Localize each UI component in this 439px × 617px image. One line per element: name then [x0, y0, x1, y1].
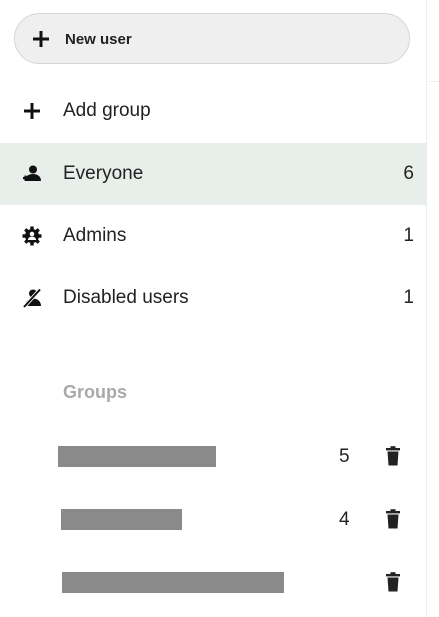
plus-icon — [24, 103, 40, 119]
group-row[interactable]: 5 — [0, 430, 426, 482]
everyone-count: 6 — [403, 163, 414, 184]
group-member-count: 5 — [339, 446, 350, 467]
groups-caption: Groups — [63, 382, 128, 402]
user-management-page: New user Add group Everyone 6 Admins 1 D… — [0, 0, 439, 617]
redacted-group-name — [61, 509, 182, 530]
disabled-users-label: Disabled users — [63, 287, 189, 308]
add-group-button[interactable]: Add group — [0, 80, 426, 142]
redacted-group-name — [58, 446, 216, 467]
sidebar-item-everyone[interactable]: Everyone 6 — [0, 143, 426, 205]
admins-label: Admins — [63, 225, 127, 246]
new-user-label: New user — [65, 31, 132, 48]
gear-icon — [22, 226, 42, 246]
group-row[interactable]: 4 — [0, 493, 426, 545]
sidebar-item-admins[interactable]: Admins 1 — [0, 205, 426, 267]
sidebar-item-disabled-users[interactable]: Disabled users 1 — [0, 267, 426, 329]
group-member-count: 4 — [339, 509, 350, 530]
admins-count: 1 — [403, 225, 414, 246]
plus-icon — [33, 31, 49, 47]
trash-icon[interactable] — [385, 446, 401, 466]
header-divider — [429, 81, 439, 82]
group-row[interactable] — [0, 556, 426, 608]
sidebar: New user Add group Everyone 6 Admins 1 D… — [0, 0, 427, 617]
user-icon — [23, 165, 41, 181]
new-user-button[interactable]: New user — [14, 13, 410, 64]
trash-icon[interactable] — [385, 509, 401, 529]
add-group-label: Add group — [63, 100, 151, 121]
everyone-label: Everyone — [63, 163, 144, 184]
redacted-group-name — [62, 572, 284, 593]
trash-icon[interactable] — [385, 572, 401, 592]
user-disabled-icon — [22, 288, 42, 308]
disabled-users-count: 1 — [403, 287, 414, 308]
